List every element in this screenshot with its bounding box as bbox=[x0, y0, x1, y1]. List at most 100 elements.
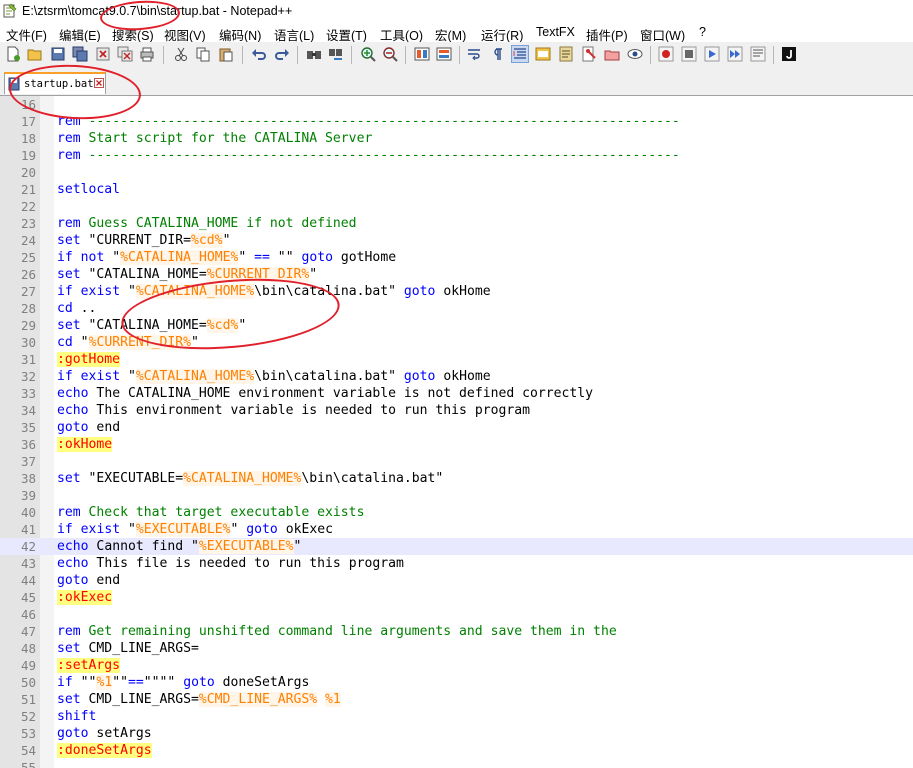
new-file-icon[interactable] bbox=[5, 46, 21, 62]
code-token: :setArgs bbox=[57, 658, 121, 673]
code-line[interactable]: 28 cd .. bbox=[0, 300, 913, 317]
code-token: This environment variable is needed to r… bbox=[88, 403, 531, 418]
code-line[interactable]: 53 goto setArgs bbox=[0, 725, 913, 742]
menu-textfx[interactable]: TextFX bbox=[536, 25, 575, 39]
sync-horizontal-icon[interactable] bbox=[436, 46, 452, 62]
monitor-icon[interactable] bbox=[627, 46, 643, 62]
code-line[interactable]: 37 bbox=[0, 453, 913, 470]
word-wrap-icon[interactable] bbox=[466, 46, 482, 62]
code-line[interactable]: 16 bbox=[0, 96, 913, 113]
line-code: rem ------------------------------------… bbox=[57, 113, 680, 130]
run-macro-multiple-icon[interactable] bbox=[727, 46, 743, 62]
close-icon[interactable] bbox=[95, 46, 111, 62]
text-editor[interactable]: 16 17 rem --------------------------------… bbox=[0, 96, 913, 768]
code-line[interactable]: 55 bbox=[0, 759, 913, 768]
tab-startup-bat[interactable]: startup.bat bbox=[4, 72, 106, 94]
code-line[interactable]: 26 set "CATALINA_HOME=%CURRENT_DIR%" bbox=[0, 266, 913, 283]
notepad-plus-plus-icon bbox=[3, 3, 17, 18]
code-token: CMD_LINE_ARGS= bbox=[80, 641, 199, 656]
code-line[interactable]: 47 rem Get remaining unshifted command li… bbox=[0, 623, 913, 640]
code-line[interactable]: 33 echo The CATALINA_HOME environment var… bbox=[0, 385, 913, 402]
line-number: 31 bbox=[20, 352, 36, 367]
code-line[interactable]: 54:doneSetArgs bbox=[0, 742, 913, 759]
code-line[interactable]: 35 goto end bbox=[0, 419, 913, 436]
play-macro-icon[interactable] bbox=[704, 46, 720, 62]
code-token: set bbox=[57, 641, 81, 656]
code-line[interactable]: 49:setArgs bbox=[0, 657, 913, 674]
code-line[interactable]: 51 set CMD_LINE_ARGS=%CMD_LINE_ARGS% %1 bbox=[0, 691, 913, 708]
show-all-chars-icon[interactable] bbox=[489, 46, 505, 62]
jsl-icon[interactable] bbox=[781, 46, 797, 62]
line-number: 41 bbox=[20, 522, 36, 537]
line-code: echo Cannot find "%EXECUTABLE%" bbox=[57, 538, 301, 555]
folder-workspace-icon[interactable] bbox=[604, 46, 620, 62]
code-line[interactable]: 39 bbox=[0, 487, 913, 504]
code-line[interactable]: 30 cd "%CURRENT_DIR%" bbox=[0, 334, 913, 351]
toolbar-separator bbox=[405, 46, 406, 64]
code-line[interactable]: 17 rem ----------------------------------… bbox=[0, 113, 913, 130]
code-line[interactable]: 46 bbox=[0, 606, 913, 623]
print-icon[interactable] bbox=[139, 46, 155, 62]
code-line[interactable]: 34 echo This environment variable is need… bbox=[0, 402, 913, 419]
save-macro-icon[interactable] bbox=[750, 46, 766, 62]
indent-guide-icon[interactable] bbox=[511, 45, 529, 63]
code-line[interactable]: 23 rem Guess CATALINA_HOME if not defined bbox=[0, 215, 913, 232]
code-token: goto bbox=[246, 522, 278, 537]
line-code: echo This environment variable is needed… bbox=[57, 402, 530, 419]
document-map-icon[interactable] bbox=[581, 46, 597, 62]
line-code: rem Get remaining unshifted command line… bbox=[57, 623, 617, 640]
code-line[interactable]: 19 rem ----------------------------------… bbox=[0, 147, 913, 164]
code-line[interactable]: 32 if exist "%CATALINA_HOME%\bin\catalina… bbox=[0, 368, 913, 385]
sync-vertical-icon[interactable] bbox=[414, 46, 430, 62]
code-token: %CURRENT_DIR% bbox=[206, 267, 310, 282]
line-code: set CMD_LINE_ARGS= bbox=[57, 640, 199, 657]
language-icon[interactable] bbox=[535, 46, 551, 62]
code-line[interactable]: 21 setlocal bbox=[0, 181, 913, 198]
code-line[interactable]: 43 echo This file is needed to run this p… bbox=[0, 555, 913, 572]
code-line[interactable]: 45:okExec bbox=[0, 589, 913, 606]
undo-icon[interactable] bbox=[251, 46, 267, 62]
save-icon[interactable] bbox=[50, 46, 66, 62]
zoom-out-icon[interactable] bbox=[382, 46, 398, 62]
line-code: set "CATALINA_HOME=%cd%" bbox=[57, 317, 246, 334]
save-all-icon[interactable] bbox=[72, 46, 88, 62]
code-token: echo bbox=[57, 386, 89, 401]
zoom-in-icon[interactable] bbox=[360, 46, 376, 62]
close-all-icon[interactable] bbox=[117, 46, 133, 62]
code-line[interactable]: 25 if not "%CATALINA_HOME%" == "" goto go… bbox=[0, 249, 913, 266]
line-code: rem Check that target executable exists bbox=[57, 504, 364, 521]
code-line[interactable]: 40 rem Check that target executable exist… bbox=[0, 504, 913, 521]
find-icon[interactable] bbox=[306, 46, 322, 62]
close-tab-icon[interactable] bbox=[94, 78, 104, 88]
copy-icon[interactable] bbox=[195, 46, 211, 62]
code-line[interactable]: 41 if exist "%EXECUTABLE%" goto okExec bbox=[0, 521, 913, 538]
code-line[interactable]: 50 if ""%1""=="""" goto doneSetArgs bbox=[0, 674, 913, 691]
redo-icon[interactable] bbox=[274, 46, 290, 62]
line-code: if exist "%CATALINA_HOME%\bin\catalina.b… bbox=[57, 283, 491, 300]
code-line[interactable]: 44 goto end bbox=[0, 572, 913, 589]
code-token: %CATALINA_HOME% bbox=[120, 250, 239, 265]
function-list-icon[interactable] bbox=[558, 46, 574, 62]
menu-help[interactable]: ? bbox=[699, 25, 706, 39]
code-line[interactable]: 29 set "CATALINA_HOME=%cd%" bbox=[0, 317, 913, 334]
code-token: okHome bbox=[435, 369, 491, 384]
code-line[interactable]: 18 rem Start script for the CATALINA Serv… bbox=[0, 130, 913, 147]
code-line[interactable]: 31:gotHome bbox=[0, 351, 913, 368]
stop-macro-icon[interactable] bbox=[681, 46, 697, 62]
code-line[interactable]: 22 bbox=[0, 198, 913, 215]
replace-icon[interactable] bbox=[328, 46, 344, 62]
code-line[interactable]: 52 shift bbox=[0, 708, 913, 725]
record-macro-icon[interactable] bbox=[658, 46, 674, 62]
cut-icon[interactable] bbox=[173, 46, 189, 62]
code-line[interactable]: 36:okHome bbox=[0, 436, 913, 453]
code-token: %CATALINA_HOME% bbox=[183, 471, 302, 486]
code-line[interactable]: 42 echo Cannot find "%EXECUTABLE%" bbox=[0, 538, 913, 555]
code-line[interactable]: 48 set CMD_LINE_ARGS= bbox=[0, 640, 913, 657]
code-line[interactable]: 24 set "CURRENT_DIR=%cd%" bbox=[0, 232, 913, 249]
code-line[interactable]: 20 bbox=[0, 164, 913, 181]
open-file-icon[interactable] bbox=[27, 46, 43, 62]
code-token: " bbox=[222, 233, 231, 248]
paste-icon[interactable] bbox=[218, 46, 234, 62]
code-line[interactable]: 38 set "EXECUTABLE=%CATALINA_HOME%\bin\ca… bbox=[0, 470, 913, 487]
code-line[interactable]: 27 if exist "%CATALINA_HOME%\bin\catalina… bbox=[0, 283, 913, 300]
